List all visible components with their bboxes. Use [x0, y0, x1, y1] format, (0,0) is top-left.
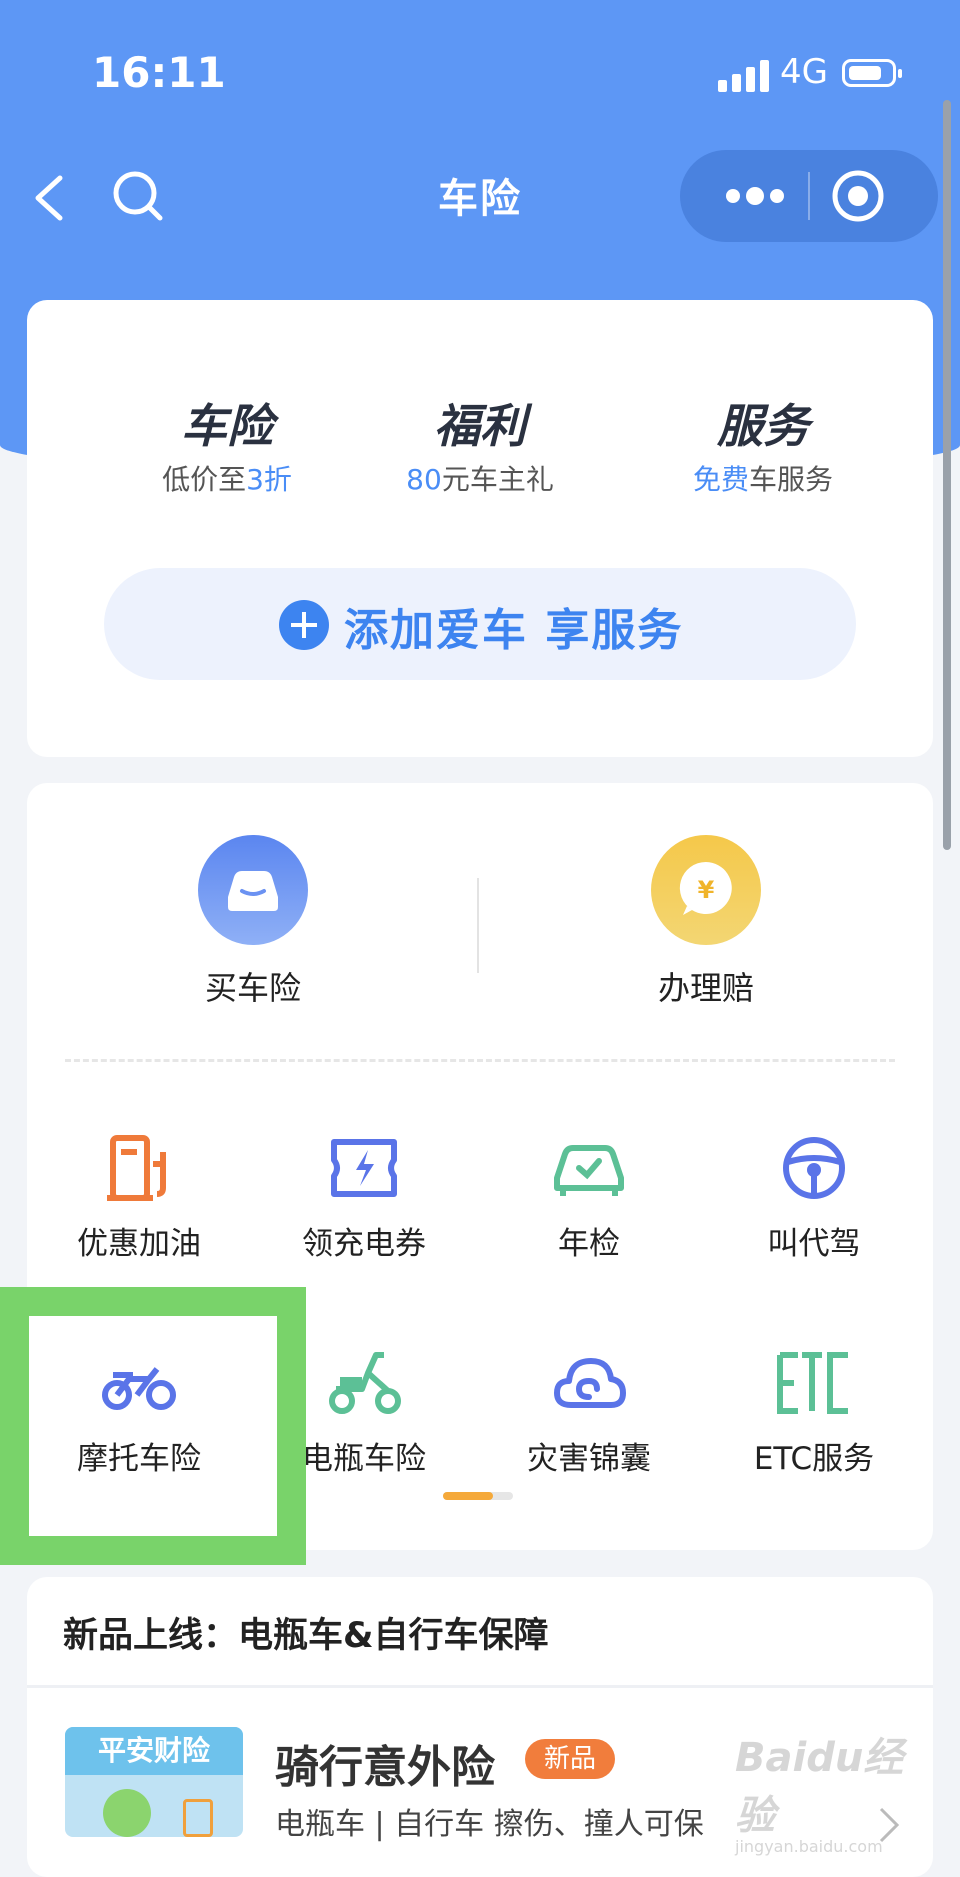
dashed-divider	[65, 1059, 895, 1062]
service-designated-driver[interactable]: 叫代驾	[702, 1128, 926, 1263]
promo-subtitle: 低价至3折	[162, 463, 292, 496]
services-card: 买车险 ¥ 办理赔 优惠加油 领充电券 年检 叫代驾 摩托车险 电瓶车险 灾害锦…	[27, 783, 933, 1550]
promo-insurance[interactable]: 车险 低价至3折	[97, 398, 357, 498]
promo-subtitle: 80元车主礼	[406, 463, 554, 496]
service-label: 年检	[558, 1226, 620, 1262]
service-motorcycle[interactable]: 摩托车险	[27, 1343, 251, 1478]
etc-icon	[774, 1343, 854, 1423]
section-divider	[27, 1685, 933, 1688]
service-inspection[interactable]: 年检	[477, 1128, 701, 1263]
network-type: 4G	[780, 52, 828, 92]
door-illustration-icon	[183, 1799, 213, 1837]
charge-coupon-icon	[324, 1128, 404, 1208]
product-thumbnail[interactable]: 平安财险	[65, 1727, 243, 1837]
scrollbar[interactable]	[943, 100, 951, 850]
add-car-button[interactable]: 添加爱车 享服务	[104, 568, 856, 680]
more-icon[interactable]	[720, 170, 790, 222]
inspection-car-icon	[549, 1128, 629, 1208]
status-bar: 16:11 4G	[0, 0, 960, 150]
service-label: ETC服务	[753, 1441, 875, 1477]
buy-insurance-label: 买车险	[204, 969, 301, 1007]
yen-bubble-icon: ¥	[651, 835, 761, 945]
watermark: Baidu经验 jingyan.baidu.com	[735, 1725, 935, 1856]
section-title: 新品上线：电瓶车&自行车保障	[63, 1616, 549, 1656]
buy-insurance-button[interactable]: 买车险	[153, 835, 353, 1009]
steering-wheel-icon	[774, 1128, 854, 1208]
service-label: 灾害锦囊	[527, 1441, 651, 1477]
product-subtitle: 电瓶车 | 自行车 擦伤、撞人可保	[275, 1807, 704, 1842]
new-badge: 新品	[525, 1739, 615, 1779]
status-time: 16:11	[92, 48, 226, 97]
motorcycle-icon	[99, 1343, 179, 1423]
page-indicator-active	[443, 1492, 493, 1500]
promo-title: 服务	[717, 399, 809, 453]
service-e-bike[interactable]: 电瓶车险	[252, 1343, 476, 1478]
promo-subtitle: 免费车服务	[692, 463, 834, 496]
promo-card: 车险 低价至3折 福利 80元车主礼 服务 免费车服务 添加爱车 享服务	[27, 300, 933, 757]
service-disaster-tips[interactable]: 灾害锦囊	[477, 1343, 701, 1478]
watermark-logo: Baidu经验	[735, 1735, 904, 1839]
cloud-icon	[549, 1343, 629, 1423]
service-charge-coupon[interactable]: 领充电券	[252, 1128, 476, 1263]
service-label: 电瓶车险	[302, 1441, 426, 1477]
page-indicator	[443, 1492, 513, 1500]
plus-circle-icon	[279, 600, 329, 650]
service-label: 优惠加油	[77, 1226, 201, 1262]
claim-label: 办理赔	[657, 969, 754, 1007]
service-etc[interactable]: ETC服务	[702, 1343, 926, 1478]
thumbnail-tag: 平安财险	[65, 1727, 243, 1775]
car-icon	[198, 835, 308, 945]
close-target-icon[interactable]	[830, 168, 886, 224]
scooter-icon	[324, 1343, 404, 1423]
watermark-url: jingyan.baidu.com	[735, 1837, 883, 1856]
svg-text:¥: ¥	[698, 876, 715, 904]
claim-button[interactable]: ¥ 办理赔	[606, 835, 806, 1009]
divider	[477, 878, 479, 973]
add-car-label: 添加爱车 享服务	[344, 605, 684, 656]
service-label: 叫代驾	[767, 1226, 861, 1262]
service-label: 领充电券	[302, 1226, 426, 1262]
rider-illustration-icon	[103, 1789, 151, 1837]
promo-title: 车险	[181, 399, 273, 453]
promo-benefit[interactable]: 福利 80元车主礼	[350, 398, 610, 498]
signal-icon	[718, 58, 774, 92]
promo-service[interactable]: 服务 免费车服务	[633, 398, 893, 498]
service-label: 摩托车险	[77, 1441, 201, 1477]
product-title[interactable]: 骑行意外险	[275, 1731, 495, 1795]
service-fuel[interactable]: 优惠加油	[27, 1128, 251, 1263]
mini-program-capsule	[680, 150, 938, 242]
capsule-divider	[808, 172, 810, 220]
fuel-pump-icon	[99, 1128, 179, 1208]
battery-icon	[842, 59, 902, 87]
promo-title: 福利	[434, 399, 526, 453]
nav-bar: 车险	[0, 140, 960, 250]
